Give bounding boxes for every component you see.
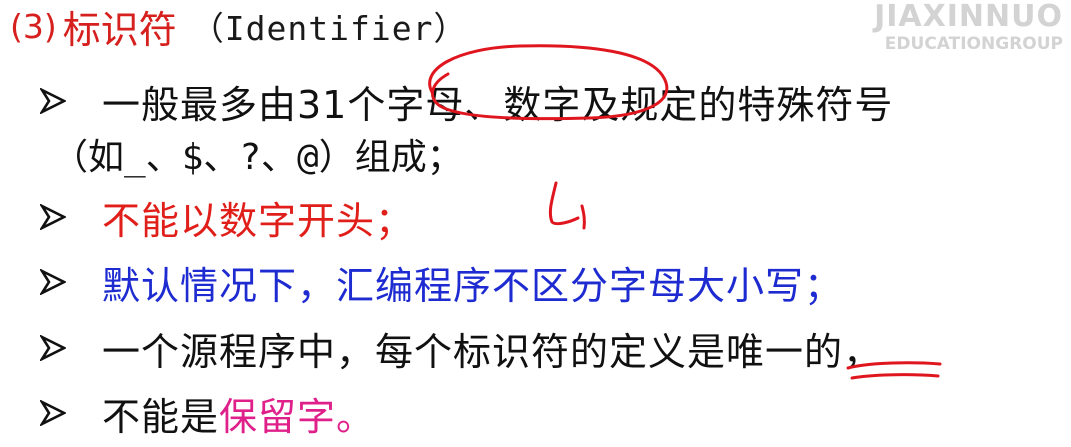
arrowhead-bullet-icon bbox=[40, 335, 66, 361]
bullet-text-3: 默认情况下，汇编程序不区分字母大小写； bbox=[102, 263, 844, 308]
continuation-symbols: _、$、?、@ bbox=[124, 137, 319, 178]
continuation-close: ）组成； bbox=[318, 137, 463, 178]
slide: (3) 标识符 （Identifier） JIAXINNUO EDUCATION… bbox=[0, 0, 1071, 447]
bullet-1-continuation: （如 _、$、?、@ ）组成； bbox=[52, 128, 463, 180]
section-title-en: （Identifier） bbox=[190, 9, 468, 48]
bullet-text-5-prefix: 不能是 bbox=[102, 394, 220, 439]
section-title: (3) 标识符 （Identifier） bbox=[10, 2, 468, 52]
arrowhead-bullet-icon bbox=[40, 269, 66, 295]
bullet-item-4: 一个源程序中，每个标识符的定义是唯一的， bbox=[40, 322, 882, 374]
watermark-line1: JIAXINNUO bbox=[874, 0, 1063, 34]
arrowhead-bullet-icon bbox=[40, 88, 66, 114]
continuation-open: （如 bbox=[52, 137, 125, 178]
arrowhead-bullet-icon bbox=[40, 400, 66, 426]
bullet-item-1: 一般最多由31个字母、数字及规定的特殊符号 bbox=[40, 75, 893, 127]
bullet-item-5: 不能是 保留字。 bbox=[40, 387, 375, 439]
arrowhead-bullet-icon bbox=[40, 204, 66, 230]
bullet-text-2: 不能以数字开头； bbox=[102, 198, 415, 243]
bullet-item-2: 不能以数字开头； bbox=[40, 191, 414, 243]
bullet-text-4: 一个源程序中，每个标识符的定义是唯一的， bbox=[102, 329, 883, 374]
watermark-logo: JIAXINNUO EDUCATIONGROUP bbox=[874, 2, 1063, 53]
section-title-cn: 标识符 bbox=[62, 7, 177, 52]
section-number: (3) bbox=[10, 6, 57, 46]
bullet-text-1: 一般最多由31个字母、数字及规定的特殊符号 bbox=[102, 82, 894, 127]
bullet-item-3: 默认情况下，汇编程序不区分字母大小写； bbox=[40, 256, 843, 308]
pen-handwritten-l1 bbox=[548, 181, 586, 230]
bullet-text-5-emphasis: 保留字。 bbox=[219, 394, 376, 439]
watermark-line2: EDUCATIONGROUP bbox=[884, 34, 1063, 54]
